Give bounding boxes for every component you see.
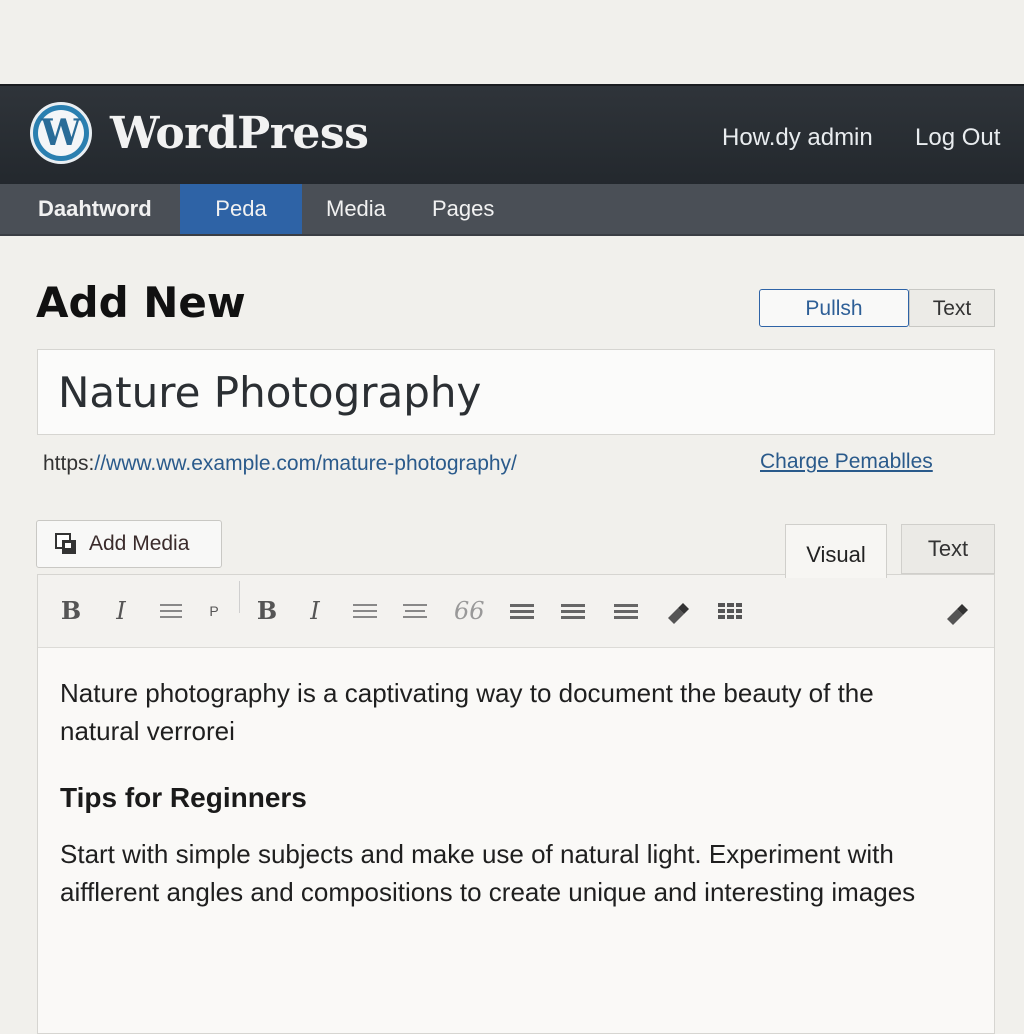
- media-icon: [55, 533, 76, 554]
- admin-bar: W WordPress How.dy admin Log Out: [0, 84, 1024, 186]
- italic-button[interactable]: I: [108, 593, 134, 629]
- paragraph-button[interactable]: P: [206, 593, 222, 629]
- howdy-admin-link[interactable]: How.dy admin: [722, 124, 873, 152]
- bullet-list-icon[interactable]: [158, 593, 184, 629]
- content-paragraph-1: Nature photography is a captivating way …: [60, 678, 874, 746]
- italic-button-2[interactable]: I: [302, 593, 328, 629]
- content-paragraph-2: Start with simple subjects and make use …: [60, 839, 916, 907]
- page-title: Add New: [36, 278, 246, 327]
- align-left-icon[interactable]: [351, 593, 379, 629]
- bold-button[interactable]: B: [58, 593, 84, 629]
- blockquote-button[interactable]: 66: [454, 593, 485, 629]
- table-grid-icon[interactable]: [716, 593, 744, 629]
- align-center-icon[interactable]: [401, 593, 429, 629]
- indent-icon[interactable]: [612, 593, 640, 629]
- align-justify-icon[interactable]: [508, 593, 536, 629]
- post-title-input[interactable]: Nature Photography: [37, 349, 995, 435]
- logout-link[interactable]: Log Out: [915, 124, 1000, 152]
- link-icon[interactable]: [663, 593, 691, 629]
- toolbar-divider: [239, 581, 240, 613]
- add-media-button[interactable]: Add Media: [36, 520, 222, 568]
- nav-item-pages[interactable]: Pages: [412, 184, 514, 234]
- bold-button-2[interactable]: B: [254, 593, 280, 629]
- align-right-icon[interactable]: [559, 593, 587, 629]
- nav-item-media[interactable]: Media: [306, 184, 406, 234]
- editor-toolbar: B I P B I 66: [38, 575, 994, 648]
- change-permalinks-link[interactable]: Charge Pemablles: [760, 450, 933, 474]
- text-button[interactable]: Text: [909, 289, 995, 327]
- nav-item-posts[interactable]: Peda: [180, 184, 302, 234]
- wordpress-logo-icon[interactable]: W: [30, 102, 92, 164]
- logo-letter: W: [38, 110, 84, 156]
- permalink-url[interactable]: //www.ww.example.com/mature-photography/: [94, 452, 517, 475]
- tab-visual[interactable]: Visual: [785, 524, 887, 578]
- brand-name[interactable]: WordPress: [110, 108, 369, 159]
- permalink: https://www.ww.example.com/mature-photog…: [43, 452, 517, 476]
- permalink-prefix: https:: [43, 452, 95, 475]
- toolbar-toggle-icon[interactable]: [943, 593, 971, 629]
- publish-button[interactable]: Pullsh: [759, 289, 909, 327]
- add-media-label: Add Media: [89, 532, 190, 555]
- tab-text[interactable]: Text: [901, 524, 995, 574]
- main-nav: Daahtword Peda Media Pages: [0, 184, 1024, 236]
- content-heading: Tips for Reginners: [60, 782, 307, 813]
- nav-item-dashboard[interactable]: Daahtword: [18, 184, 172, 234]
